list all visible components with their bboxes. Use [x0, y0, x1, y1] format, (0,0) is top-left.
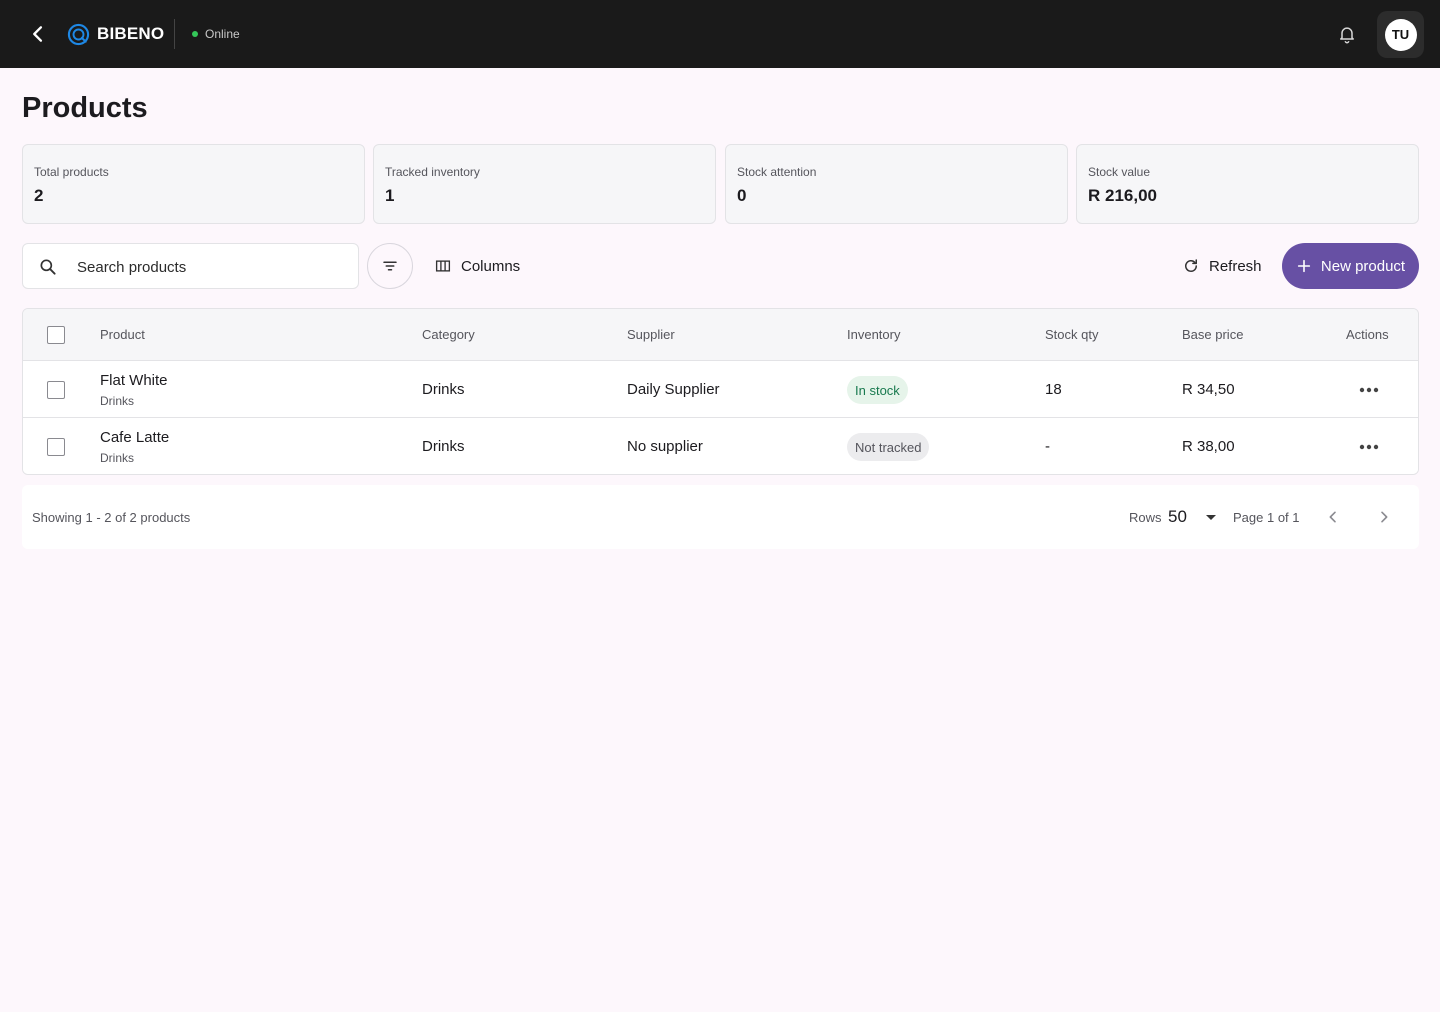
- stat-card-total-products: Total products 2: [22, 144, 365, 224]
- online-status-dot: [192, 31, 198, 37]
- base-price-cell: R 34,50: [1182, 381, 1235, 398]
- topbar-divider: [174, 19, 175, 49]
- previous-page-button[interactable]: [1321, 505, 1345, 529]
- stat-value: 2: [34, 186, 44, 205]
- stat-label: Stock value: [1088, 165, 1151, 179]
- chevron-left-icon: [1329, 511, 1336, 523]
- stat-card-tracked-inventory: Tracked inventory 1: [373, 144, 716, 224]
- refresh-button[interactable]: Refresh: [1182, 253, 1262, 279]
- column-header-actions: Actions: [1346, 327, 1389, 342]
- page-title: Products: [22, 92, 148, 124]
- column-header-stock-qty[interactable]: Stock qty: [1045, 327, 1098, 343]
- select-all-checkbox[interactable]: [47, 326, 65, 344]
- brand-logo-icon: [67, 23, 90, 46]
- stock-qty-cell: 18: [1045, 381, 1062, 398]
- row-actions-button[interactable]: [1354, 432, 1384, 462]
- stat-card-stock-value: Stock value R 216,00: [1076, 144, 1419, 224]
- refresh-icon: [1185, 259, 1197, 272]
- row-checkbox[interactable]: [47, 381, 65, 399]
- column-header-product[interactable]: Product: [100, 327, 145, 343]
- stat-label: Total products: [34, 165, 109, 179]
- table-row[interactable]: Flat White Drinks Drinks Daily Supplier …: [23, 361, 1418, 418]
- product-category-sub: Drinks: [100, 394, 135, 408]
- columns-icon: [435, 260, 451, 272]
- notifications-button[interactable]: [1335, 22, 1359, 46]
- stock-qty-cell: -: [1045, 438, 1050, 455]
- column-header-base-price[interactable]: Base price: [1182, 327, 1243, 343]
- product-name: Cafe Latte: [100, 429, 170, 446]
- search-box: [22, 243, 359, 289]
- filter-button[interactable]: [367, 243, 413, 289]
- category-cell: Drinks: [422, 438, 465, 455]
- row-actions-button[interactable]: [1354, 375, 1384, 405]
- supplier-cell: No supplier: [627, 438, 703, 455]
- brand-name: BIBENO: [97, 24, 165, 43]
- rows-per-page-label: Rows: [1129, 510, 1162, 525]
- stat-value: 1: [385, 186, 395, 205]
- product-name: Flat White: [100, 372, 168, 389]
- connection-status: Online: [205, 27, 240, 41]
- top-app-bar: BIBENO Online TU: [0, 0, 1440, 68]
- new-product-button[interactable]: New product: [1282, 243, 1419, 289]
- more-horizontal-icon: [1359, 444, 1379, 450]
- column-header-supplier[interactable]: Supplier: [627, 327, 675, 343]
- table-header: Product Category Supplier Inventory Stoc…: [23, 309, 1418, 361]
- columns-label: Columns: [461, 257, 521, 275]
- stat-value: 0: [737, 186, 747, 205]
- stat-label: Tracked inventory: [385, 165, 480, 179]
- table-row[interactable]: Cafe Latte Drinks Drinks No supplier Not…: [23, 418, 1418, 474]
- stat-value: R 216,00: [1088, 186, 1157, 205]
- inventory-status-badge: Not tracked: [847, 433, 930, 461]
- bell-icon: [1340, 27, 1354, 44]
- plus-icon: [1297, 259, 1311, 273]
- caret-down-icon: [1206, 515, 1216, 520]
- chevron-right-icon: [1381, 511, 1388, 523]
- avatar: TU: [1384, 18, 1417, 51]
- base-price-cell: R 38,00: [1182, 438, 1235, 455]
- more-horizontal-icon: [1359, 387, 1379, 393]
- columns-button[interactable]: Columns: [434, 253, 520, 279]
- stat-label: Stock attention: [737, 165, 817, 179]
- products-table: Product Category Supplier Inventory Stoc…: [22, 308, 1419, 475]
- stat-card-stock-attention: Stock attention 0: [725, 144, 1068, 224]
- back-button[interactable]: [24, 20, 52, 48]
- column-header-category[interactable]: Category: [422, 327, 475, 343]
- product-category-sub: Drinks: [100, 451, 135, 465]
- pagination-bar: Showing 1 - 2 of 2 products Rows 50 Page…: [22, 485, 1419, 549]
- inventory-status-badge: In stock: [847, 376, 908, 404]
- rows-per-page-select[interactable]: 50: [1168, 505, 1218, 529]
- page-indicator: Page 1 of 1: [1233, 510, 1300, 525]
- supplier-cell: Daily Supplier: [627, 381, 720, 398]
- pagination-summary: Showing 1 - 2 of 2 products: [32, 510, 191, 525]
- user-menu-button[interactable]: TU: [1377, 11, 1424, 58]
- rows-per-page-value: 50: [1168, 507, 1187, 526]
- chevron-left-icon: [33, 26, 43, 42]
- new-product-label: New product: [1320, 257, 1406, 275]
- column-header-inventory[interactable]: Inventory: [847, 327, 900, 343]
- row-checkbox[interactable]: [47, 438, 65, 456]
- refresh-label: Refresh: [1209, 257, 1262, 275]
- search-input[interactable]: [77, 256, 347, 278]
- category-cell: Drinks: [422, 381, 465, 398]
- search-icon: [40, 259, 56, 275]
- filter-icon: [383, 261, 397, 271]
- next-page-button[interactable]: [1372, 505, 1396, 529]
